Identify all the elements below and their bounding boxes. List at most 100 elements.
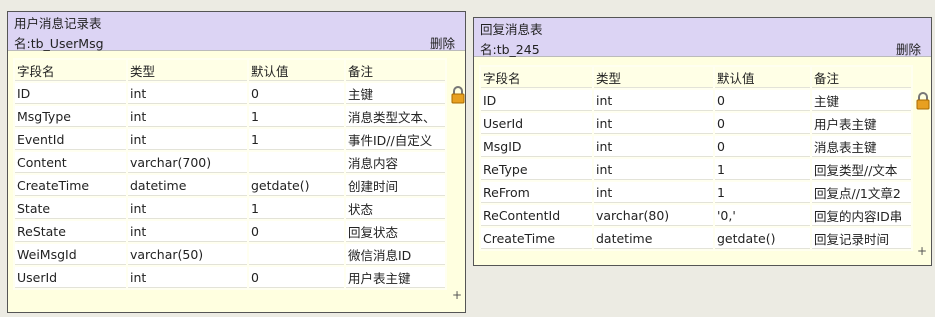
field-name-cell[interactable]: UserId	[481, 113, 592, 134]
field-name-cell[interactable]: Content	[15, 152, 126, 173]
type-cell[interactable]: varchar(700)	[128, 152, 247, 173]
type-cell[interactable]: int	[128, 106, 247, 127]
default-cell[interactable]: 0	[249, 221, 344, 242]
table-row[interactable]: ReState int 0 回复状态	[15, 221, 445, 242]
comment-cell[interactable]: 创建时间	[346, 175, 445, 196]
table-row[interactable]: ID int 0 主键	[15, 83, 445, 104]
type-cell[interactable]: varchar(50)	[128, 244, 247, 265]
table-card-header: 用户消息记录表 名:tb_UserMsg 删除	[8, 12, 465, 51]
table-row[interactable]: WeiMsgId varchar(50) 微信消息ID	[15, 244, 445, 265]
comment-cell[interactable]: 微信消息ID	[346, 244, 445, 265]
comment-cell[interactable]: 回复记录时间	[812, 228, 911, 249]
default-cell[interactable]: 1	[249, 198, 344, 219]
type-cell[interactable]: int	[594, 159, 713, 180]
comment-cell[interactable]: 用户表主键	[346, 267, 445, 288]
comment-cell[interactable]: 用户表主键	[812, 113, 911, 134]
fields-table: 字段名 类型 默认值 备注 ID int 0 主键 UserId int 0 用户表主键 MsgID in…	[479, 65, 913, 251]
type-cell[interactable]: datetime	[128, 175, 247, 196]
column-header: 字段名	[481, 67, 592, 88]
field-name-cell[interactable]: MsgType	[15, 106, 126, 127]
add-field-button[interactable]: +	[450, 288, 464, 302]
table-row[interactable]: MsgID int 0 消息表主键	[481, 136, 911, 157]
column-header: 类型	[128, 60, 247, 81]
type-cell[interactable]: int	[128, 129, 247, 150]
default-cell[interactable]	[249, 244, 344, 265]
default-cell[interactable]: 0	[249, 83, 344, 104]
type-cell[interactable]: varchar(80)	[594, 205, 713, 226]
comment-cell[interactable]: 主键	[346, 83, 445, 104]
table-name: 名:tb_245	[480, 42, 540, 57]
type-cell[interactable]: int	[128, 198, 247, 219]
default-cell[interactable]: 0	[249, 267, 344, 288]
field-name-cell[interactable]: ID	[15, 83, 126, 104]
comment-cell[interactable]: 消息类型文本、	[346, 106, 445, 127]
comment-cell[interactable]: 消息内容	[346, 152, 445, 173]
field-name-cell[interactable]: CreateTime	[481, 228, 592, 249]
table-row[interactable]: Content varchar(700) 消息内容	[15, 152, 445, 173]
type-cell[interactable]: int	[128, 83, 247, 104]
field-name-cell[interactable]: State	[15, 198, 126, 219]
field-name-cell[interactable]: ReType	[481, 159, 592, 180]
lock-icon	[916, 92, 930, 110]
field-name-cell[interactable]: EventId	[15, 129, 126, 150]
default-cell[interactable]: getdate()	[715, 228, 810, 249]
default-cell[interactable]: 0	[715, 113, 810, 134]
comment-cell[interactable]: 事件ID//自定义	[346, 129, 445, 150]
field-name-cell[interactable]: ReFrom	[481, 182, 592, 203]
table-row[interactable]: CreateTime datetime getdate() 创建时间	[15, 175, 445, 196]
type-cell[interactable]: int	[594, 182, 713, 203]
comment-cell[interactable]: 主键	[812, 90, 911, 111]
field-name-cell[interactable]: ReContentId	[481, 205, 592, 226]
table-row[interactable]: MsgType int 1 消息类型文本、	[15, 106, 445, 127]
table-title: 回复消息表	[480, 22, 543, 37]
default-cell[interactable]: 1	[249, 129, 344, 150]
lock-icon	[451, 86, 465, 104]
field-name-cell[interactable]: CreateTime	[15, 175, 126, 196]
default-cell[interactable]: 0	[715, 90, 810, 111]
table-row[interactable]: CreateTime datetime getdate() 回复记录时间	[481, 228, 911, 249]
table-header-row: 字段名 类型 默认值 备注	[15, 60, 445, 81]
field-name-cell[interactable]: UserId	[15, 267, 126, 288]
type-cell[interactable]: int	[594, 90, 713, 111]
table-card-reply-msg[interactable]: 回复消息表 名:tb_245 删除 字段名 类型 默认值 备注 ID int 0 主键 User…	[473, 17, 932, 266]
default-cell[interactable]: '0,'	[715, 205, 810, 226]
comment-cell[interactable]: 回复类型//文本	[812, 159, 911, 180]
field-name-cell[interactable]: WeiMsgId	[15, 244, 126, 265]
field-name-cell[interactable]: ID	[481, 90, 592, 111]
type-cell[interactable]: int	[128, 221, 247, 242]
default-cell[interactable]: getdate()	[249, 175, 344, 196]
type-cell[interactable]: int	[594, 136, 713, 157]
comment-cell[interactable]: 回复点//1文章2	[812, 182, 911, 203]
field-name-cell[interactable]: MsgID	[481, 136, 592, 157]
add-field-button[interactable]: +	[915, 244, 929, 258]
type-cell[interactable]: int	[594, 113, 713, 134]
comment-cell[interactable]: 回复状态	[346, 221, 445, 242]
column-header: 类型	[594, 67, 713, 88]
default-cell[interactable]	[249, 152, 344, 173]
column-header: 备注	[346, 60, 445, 81]
default-cell[interactable]: 0	[715, 136, 810, 157]
default-cell[interactable]: 1	[715, 159, 810, 180]
table-name: 名:tb_UserMsg	[14, 36, 104, 51]
table-row[interactable]: ReContentId varchar(80) '0,' 回复的内容ID串	[481, 205, 911, 226]
default-cell[interactable]: 1	[249, 106, 344, 127]
type-cell[interactable]: datetime	[594, 228, 713, 249]
table-row[interactable]: UserId int 0 用户表主键	[481, 113, 911, 134]
table-row[interactable]: UserId int 0 用户表主键	[15, 267, 445, 288]
table-card-user-msg[interactable]: 用户消息记录表 名:tb_UserMsg 删除 字段名 类型 默认值 备注 ID int 0…	[7, 11, 466, 313]
delete-button[interactable]: 删除	[896, 39, 921, 58]
column-header: 默认值	[715, 67, 810, 88]
comment-cell[interactable]: 消息表主键	[812, 136, 911, 157]
table-row[interactable]: EventId int 1 事件ID//自定义	[15, 129, 445, 150]
comment-cell[interactable]: 状态	[346, 198, 445, 219]
table-row[interactable]: ID int 0 主键	[481, 90, 911, 111]
fields-table: 字段名 类型 默认值 备注 ID int 0 主键 MsgType int 1 消息类型文本、 Even…	[13, 58, 447, 290]
type-cell[interactable]: int	[128, 267, 247, 288]
default-cell[interactable]: 1	[715, 182, 810, 203]
table-row[interactable]: ReType int 1 回复类型//文本	[481, 159, 911, 180]
table-row[interactable]: State int 1 状态	[15, 198, 445, 219]
field-name-cell[interactable]: ReState	[15, 221, 126, 242]
comment-cell[interactable]: 回复的内容ID串	[812, 205, 911, 226]
table-row[interactable]: ReFrom int 1 回复点//1文章2	[481, 182, 911, 203]
delete-button[interactable]: 删除	[430, 33, 455, 52]
